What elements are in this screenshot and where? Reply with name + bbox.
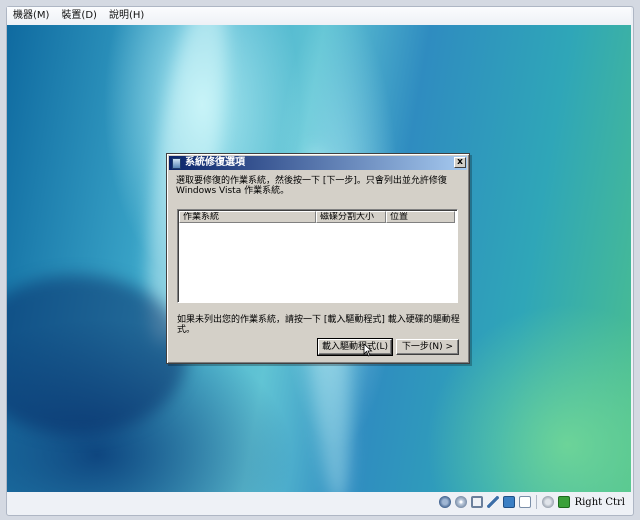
menu-machine[interactable]: 機器(M): [7, 7, 55, 25]
system-recovery-dialog: 系統修復選項 x 選取要修復的作業系統，然後按一下 [下一步]。只會列出並允許修…: [166, 153, 470, 364]
os-list[interactable]: 作業系統 磁碟分割大小 位置: [177, 209, 458, 303]
cd-icon[interactable]: [454, 496, 467, 508]
load-driver-button[interactable]: 載入驅動程式(L): [317, 338, 393, 356]
next-button[interactable]: 下一步(N) >: [396, 339, 459, 355]
menu-help[interactable]: 說明(H): [103, 7, 150, 25]
dialog-title: 系統修復選項: [185, 157, 245, 168]
os-list-header: 作業系統 磁碟分割大小 位置: [179, 211, 456, 223]
pen-icon[interactable]: [486, 496, 499, 508]
recovery-icon: [172, 157, 181, 169]
host-key-label: Right Ctrl: [574, 496, 625, 508]
usb-icon[interactable]: [470, 496, 483, 508]
menu-devices[interactable]: 裝置(D): [55, 7, 103, 25]
close-button[interactable]: x: [454, 157, 466, 168]
column-header-size[interactable]: 磁碟分割大小: [316, 211, 386, 223]
column-header-location[interactable]: 位置: [386, 211, 455, 223]
mouse-integration-icon[interactable]: [557, 496, 570, 508]
separator: [535, 495, 537, 509]
dialog-description: 選取要修復的作業系統，然後按一下 [下一步]。只會列出並允許修復 Windows…: [176, 176, 447, 196]
display-icon[interactable]: [518, 496, 531, 508]
record-icon[interactable]: [541, 496, 554, 508]
statusbar: Right Ctrl: [7, 492, 631, 512]
folder-icon[interactable]: [502, 496, 515, 508]
load-driver-note: 如果未列出您的作業系統，請按一下 [載入驅動程式] 載入硬碟的驅動程式。: [177, 315, 460, 335]
dialog-titlebar[interactable]: 系統修復選項 x: [169, 156, 467, 170]
menubar: 機器(M) 裝置(D) 說明(H): [7, 7, 631, 25]
mouse-pointer-icon: [363, 343, 373, 357]
column-header-os[interactable]: 作業系統: [179, 211, 316, 223]
disk-icon[interactable]: [438, 496, 451, 508]
